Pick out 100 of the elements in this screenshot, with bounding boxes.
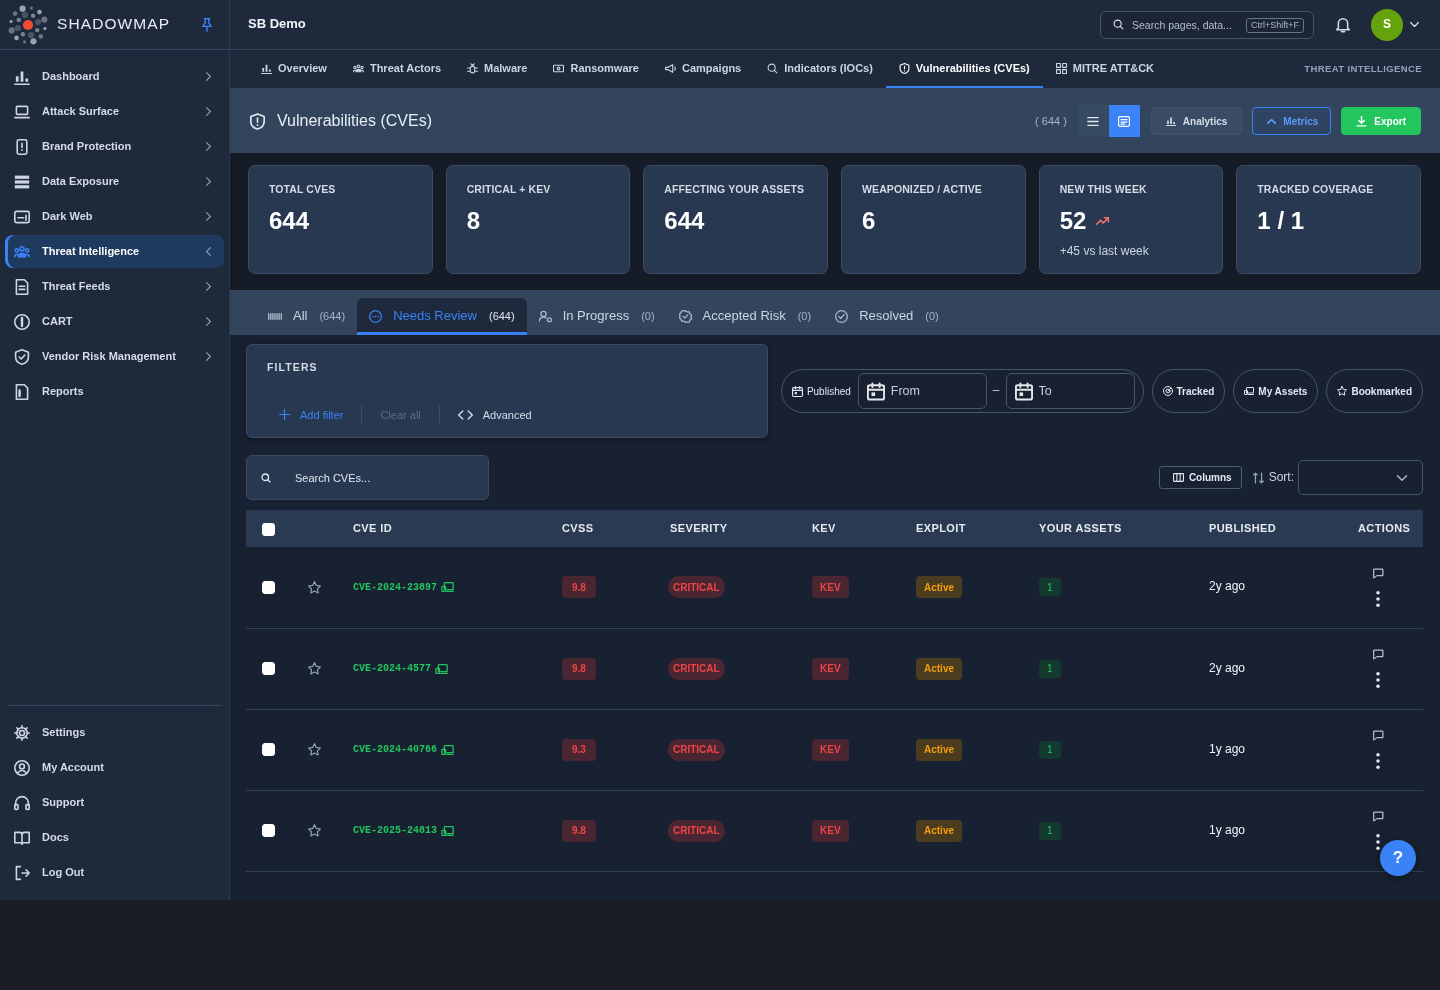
metric-value: 52 [1059,208,1087,233]
target-icon [1162,386,1173,396]
section-tab[interactable]: Campaigns [651,50,755,88]
section-tab[interactable]: MITRE ATT&CK [1042,50,1168,88]
user-gear-icon [538,310,552,323]
filter-title: FILTERS [267,361,319,375]
sidebar-item[interactable]: Threat Intelligence [5,235,224,268]
comment-icon[interactable] [1372,811,1384,822]
metric-value: 6 [862,208,876,233]
page-title: Vulnerabilities (CVEs) [277,111,432,131]
metric-note: +45 vs last week [1059,243,1150,260]
published-date: 2y ago [1209,579,1246,594]
sidebar-item[interactable]: Data Exposure [5,165,224,198]
metrics-button[interactable]: Metrics [1252,107,1332,135]
status-tab[interactable]: In Progress (0) [526,298,667,335]
published-date: 2y ago [1209,660,1246,675]
card-view-icon [1118,115,1131,127]
date-from-field[interactable]: From [857,373,987,409]
pin-icon[interactable] [202,17,212,32]
more-icon[interactable] [1376,590,1380,607]
sidebar-item[interactable]: Dashboard [5,60,224,93]
row-checkbox[interactable] [262,580,275,594]
exploit-badge: Active [916,576,962,599]
star-icon [1337,386,1348,396]
metric-label: WEAPONIZED / ACTIVE [862,183,983,197]
select-all-checkbox[interactable] [262,522,275,536]
severity-badge: CRITICAL [668,738,725,761]
column-header: CVSS [546,510,654,547]
view-toggle-button[interactable] [1077,105,1109,137]
more-icon[interactable] [1376,834,1380,850]
sidebar-item[interactable]: Support [5,786,224,819]
comment-icon[interactable] [1372,730,1384,741]
severity-badge: CRITICAL [668,576,725,599]
search-icon [767,62,779,74]
logo-icon [8,4,48,45]
section-label: THREAT INTELLIGENCE [1304,62,1422,76]
brand-name: SHADOWMAP [57,14,171,35]
headset-icon [13,794,30,811]
sidebar-item[interactable]: Vendor Risk Management [5,340,224,373]
more-icon[interactable] [1376,753,1380,769]
sidebar-item[interactable]: Docs [5,821,224,854]
sidebar-item[interactable]: CART [5,305,224,338]
date-to-field[interactable]: To [1005,373,1135,409]
sidebar-item[interactable]: Dark Web [5,200,224,233]
star-icon[interactable] [307,580,321,594]
chevron-down-icon[interactable] [1410,22,1419,27]
section-tab[interactable]: Overview [248,50,340,88]
sidebar-item[interactable]: Reports [5,375,224,408]
status-tab[interactable]: All (644) [256,298,358,335]
row-checkbox[interactable] [262,662,275,676]
sidebar-item[interactable]: Log Out [5,856,224,889]
advanced-button[interactable]: Advanced [445,403,544,426]
bell-icon[interactable] [1336,16,1350,33]
section-tab[interactable]: Indicators (IOCs) [754,50,886,88]
section-tab[interactable]: Ransomware [540,50,652,88]
comment-icon[interactable] [1372,567,1384,579]
book-icon [13,829,30,846]
columns-button[interactable]: Columns [1158,466,1242,489]
status-tab[interactable]: Needs Review (644) [357,298,527,335]
section-tab[interactable]: Threat Actors [339,50,455,88]
sidebar-item[interactable]: Attack Surface [5,95,224,128]
sidebar-item[interactable]: Settings [5,716,224,749]
metric-label: NEW THIS WEEK [1059,183,1148,197]
column-header: PUBLISHED [1193,510,1342,547]
analytics-button[interactable]: Analytics [1150,107,1243,135]
cve-id-link[interactable]: CVE-2024-40766 [353,743,437,756]
status-tab[interactable]: Accepted Risk (0) [666,298,824,335]
search-field[interactable]: Search CVEs... [246,455,489,500]
workspace-name: SB Demo [248,16,306,33]
laptop-icon [13,103,30,120]
sidebar-item[interactable]: Threat Feeds [5,270,224,303]
cvss-badge: 9.8 [562,819,596,842]
star-icon[interactable] [307,824,321,837]
kev-badge: KEV [812,819,849,842]
banknote-icon [553,62,565,74]
columns-icon [1172,473,1184,482]
row-checkbox[interactable] [262,824,275,838]
row-checkbox[interactable] [262,743,275,757]
cve-id-link[interactable]: CVE-2025-24813 [353,824,437,837]
circle-bar-icon [13,313,30,330]
list-icon [1087,116,1100,126]
section-tab[interactable]: Malware [454,50,541,88]
megaphone-icon [664,62,676,74]
circle-check-icon [835,310,849,323]
sidebar-item[interactable]: Brand Protection [5,130,224,163]
cve-id-link[interactable]: CVE-2024-23897 [353,580,437,594]
users-icon [13,243,30,260]
settings-icon [13,724,30,741]
status-tab[interactable]: Resolved (0) [823,298,951,335]
search-icon [1113,19,1124,30]
cve-id-link[interactable]: CVE-2024-4577 [353,662,431,675]
sidebar-item[interactable]: My Account [5,751,224,784]
star-icon[interactable] [307,743,321,756]
star-icon[interactable] [307,662,321,675]
view-toggle-button[interactable] [1108,105,1140,137]
metric-label: AFFECTING YOUR ASSETS [664,183,806,197]
logout-icon [13,864,30,881]
comment-icon[interactable] [1372,649,1384,660]
more-icon[interactable] [1376,672,1380,688]
cvss-badge: 9.3 [562,738,596,761]
